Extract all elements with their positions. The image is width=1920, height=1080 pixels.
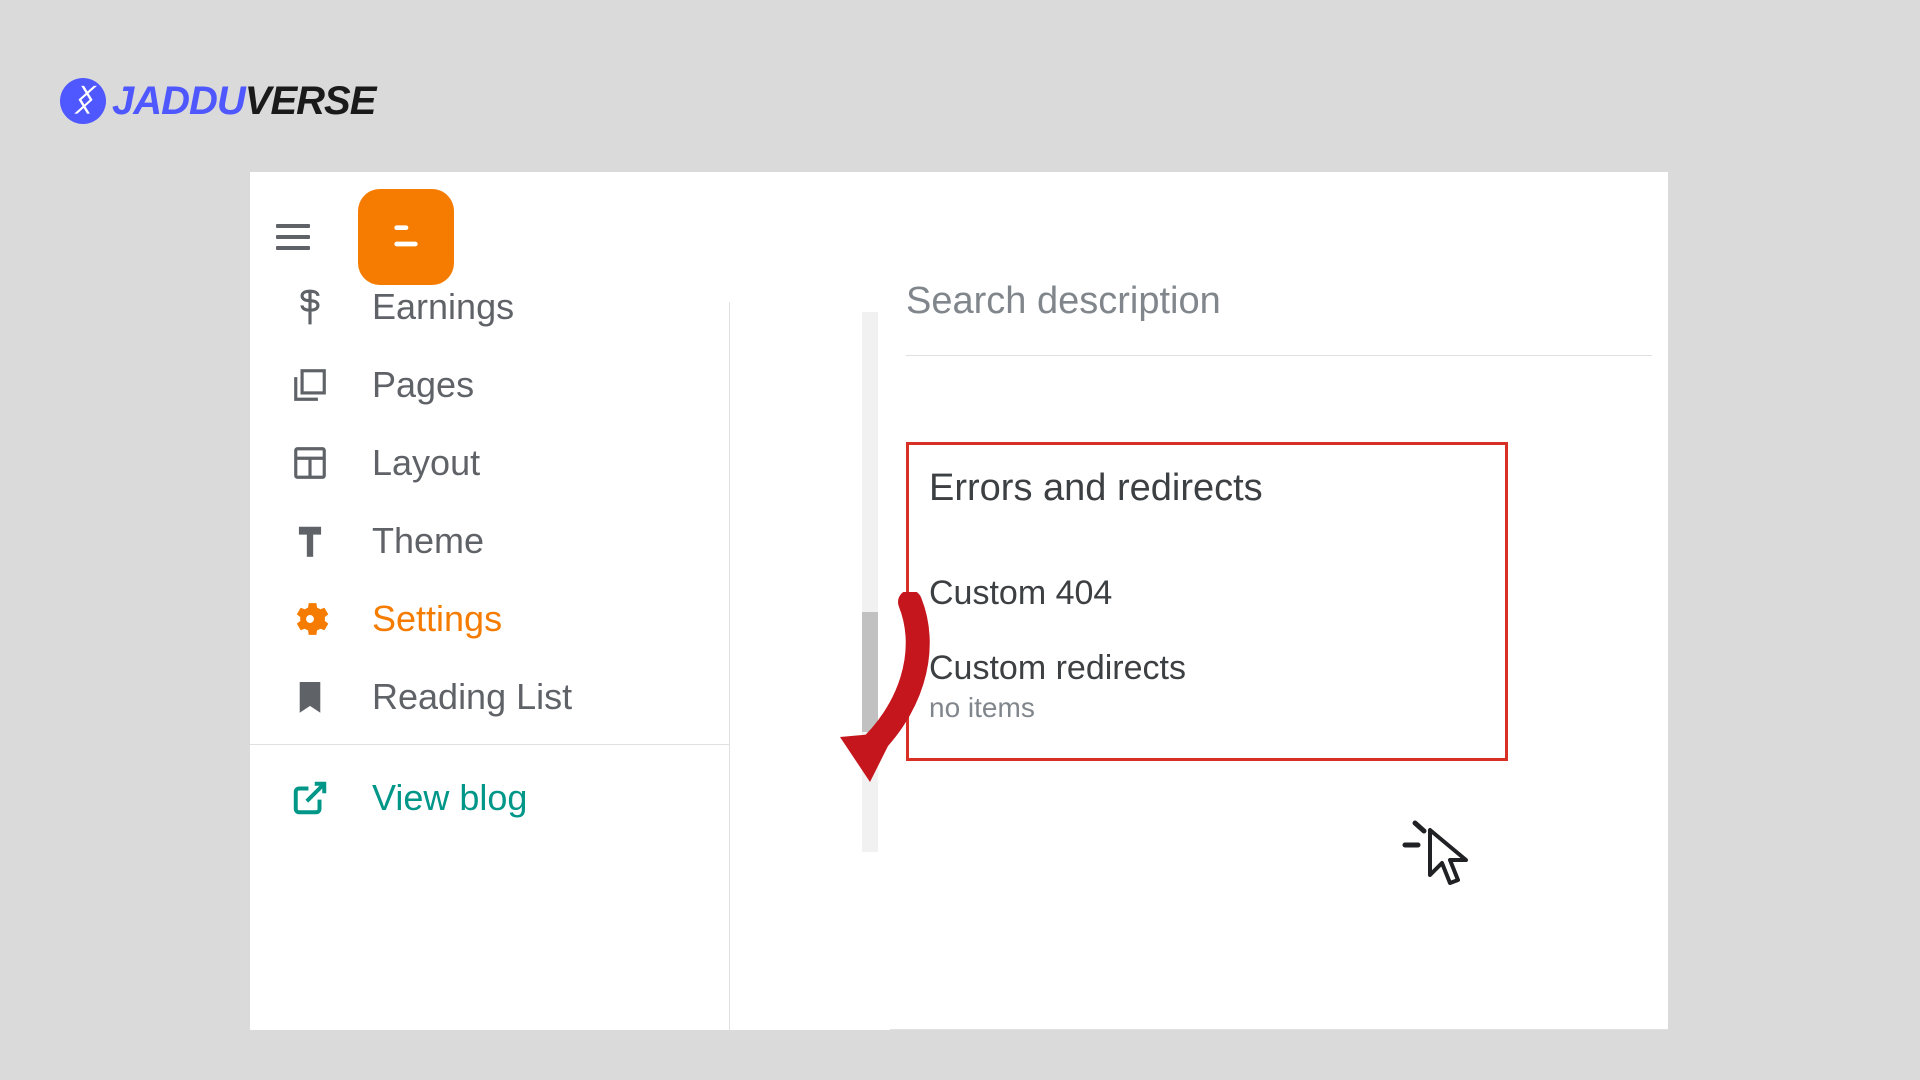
sidebar-item-label: View blog [372,780,527,816]
dollar-icon [290,288,330,326]
sidebar-item-pages[interactable]: Pages [250,346,729,424]
main-content: Search description Errors and redirects … [890,302,1668,1030]
sidebar-item-theme[interactable]: Theme [250,502,729,580]
custom-redirects-value: no items [929,692,1485,724]
pages-icon [290,366,330,404]
sidebar-item-label: Earnings [372,289,514,325]
sidebar: Earnings Pages Layout Theme [250,302,862,1030]
custom-redirects-row[interactable]: Custom redirects [929,631,1485,692]
scrollbar-thumb[interactable] [862,612,878,732]
sidebar-item-label: Settings [372,601,502,637]
gear-icon [290,600,330,638]
custom-404-row[interactable]: Custom 404 [929,556,1485,631]
divider [890,1029,1668,1030]
sidebar-item-view-blog[interactable]: View blog [250,744,729,851]
sidebar-item-label: Theme [372,523,484,559]
hamburger-menu-icon[interactable] [276,224,310,250]
sidebar-item-label: Reading List [372,679,572,715]
jadduverse-glyph: ᛝ [74,84,92,118]
sidebar-item-earnings[interactable]: Earnings [250,268,729,346]
bookmark-icon [290,678,330,716]
content-scrollbar[interactable] [862,312,878,852]
search-description-row[interactable]: Search description [906,280,1652,356]
sidebar-item-layout[interactable]: Layout [250,424,729,502]
errors-and-redirects-section: Errors and redirects Custom 404 Custom r… [906,442,1508,761]
jadduverse-icon: ᛝ [60,78,106,124]
sidebar-item-settings[interactable]: Settings [250,580,729,658]
external-link-icon [290,779,330,817]
sidebar-item-label: Layout [372,445,480,481]
jadduverse-logo: ᛝ JADDUVERSE [60,78,375,124]
blogger-screenshot: Earnings Pages Layout Theme [250,172,1668,1030]
theme-icon [290,522,330,560]
layout-icon [290,444,330,482]
sidebar-item-label: Pages [372,367,474,403]
errors-heading: Errors and redirects [929,467,1485,510]
jadduverse-wordmark: JADDUVERSE [112,81,375,121]
sidebar-item-reading-list[interactable]: Reading List [250,658,729,736]
